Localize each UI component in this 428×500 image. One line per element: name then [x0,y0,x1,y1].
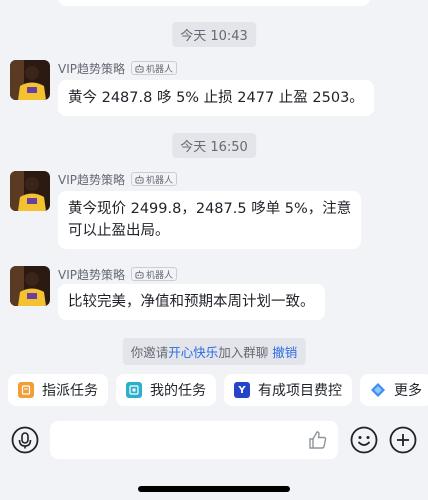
message-text-line: 可以止盈出局。 [68,223,170,239]
previous-message-bubble [58,0,370,6]
message-input[interactable] [50,421,338,459]
assign-task-label: 指派任务 [42,383,98,399]
quick-action-bar: 指派任务 我的任务 Y 有成项目费控 更多 [8,374,428,408]
thumbs-up-icon[interactable] [308,430,328,450]
message-text-line: 黄今现价 2499.8，2487.5 哆单 5%，注意 [68,201,352,217]
invite-suffix: 加入群聊 [218,345,269,360]
message-bubble[interactable]: 黄今 2487.8 哆 5% 止损 2477 止盈 2503。 [58,80,374,116]
my-task-icon [126,382,142,398]
revoke-invite-link[interactable]: 撤销 [272,345,297,360]
avatar[interactable] [10,60,50,100]
home-indicator[interactable] [138,486,290,492]
my-task-button[interactable]: 我的任务 [116,374,216,406]
bot-badge-label: 机器人 [146,270,174,281]
invite-prefix: 你邀请 [130,345,169,360]
bot-badge: 机器人 [131,172,178,186]
project-cost-button[interactable]: Y 有成项目费控 [224,374,352,406]
emoji-icon[interactable] [350,426,378,454]
message-text: 黄今 2487.8 哆 5% 止损 2477 止盈 2503。 [68,90,364,106]
sender-line: VIP趋势策略 机器人 [58,266,178,282]
sender-line: VIP趋势策略 机器人 [58,171,178,187]
timestamp-divider: 今天 16:50 [172,133,256,158]
more-label: 更多 [394,383,422,399]
bot-badge-label: 机器人 [146,64,174,75]
more-icon [370,382,386,398]
avatar[interactable] [10,266,50,306]
invite-system-message: 你邀请开心快乐加入群聊 撤销 [122,338,306,365]
more-button[interactable]: 更多 [360,374,428,406]
robot-icon [135,174,144,184]
message-input-bar [0,418,428,462]
plus-icon[interactable] [389,426,417,454]
bot-badge: 机器人 [131,61,178,75]
robot-icon [135,63,144,73]
bot-badge: 机器人 [131,267,178,281]
sender-line: VIP趋势策略 机器人 [58,60,178,76]
robot-icon [135,269,144,279]
sender-name: VIP趋势策略 [58,172,125,187]
message-bubble[interactable]: 黄今现价 2499.8，2487.5 哆单 5%，注意 可以止盈出局。 [58,191,362,249]
my-task-label: 我的任务 [150,383,206,399]
avatar[interactable] [10,171,50,211]
message-text: 比较完美，净值和预期本周计划一致。 [68,294,315,310]
bot-badge-label: 机器人 [146,175,174,186]
sender-name: VIP趋势策略 [58,267,125,282]
sender-name: VIP趋势策略 [58,61,125,76]
invited-user-link[interactable]: 开心快乐 [168,345,218,360]
project-cost-label: 有成项目费控 [258,383,342,399]
timestamp-divider: 今天 10:43 [172,22,256,47]
message-bubble[interactable]: 比较完美，净值和预期本周计划一致。 [58,284,325,320]
project-cost-icon: Y [234,382,250,398]
microphone-icon[interactable] [11,426,39,454]
assign-task-icon [18,382,34,398]
assign-task-button[interactable]: 指派任务 [8,374,108,406]
